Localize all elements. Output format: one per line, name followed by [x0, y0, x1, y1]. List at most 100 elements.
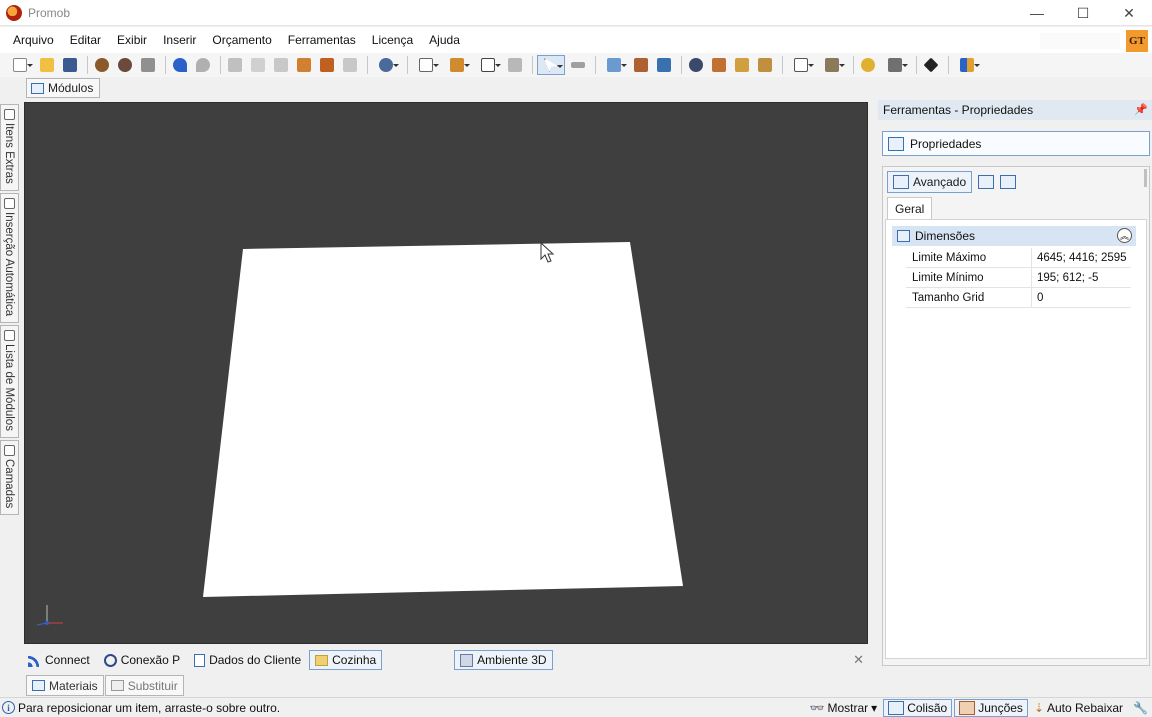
render-alt-icon[interactable]	[115, 55, 135, 75]
menu-ferramentas[interactable]: Ferramentas	[280, 27, 364, 53]
gt-badge[interactable]: GT	[1126, 30, 1148, 52]
auto-rebaixar-toggle[interactable]: ⇣ Auto Rebaixar	[1030, 699, 1127, 717]
3d-viewport[interactable]	[24, 102, 868, 644]
wrench-icon[interactable]: 🔧	[1129, 699, 1152, 717]
side-tab-lista-de-modulos[interactable]: Lista de Módulos	[0, 324, 19, 438]
side-tab-insercao-automatica[interactable]: Inserção Automática	[0, 192, 19, 323]
minimize-button[interactable]: —	[1014, 0, 1060, 26]
group-dimensoes-label: Dimensões	[915, 229, 976, 243]
collapse-icon[interactable]: ︽	[1117, 228, 1132, 243]
elevation-icon[interactable]	[631, 55, 651, 75]
menu-inserir[interactable]: Inserir	[155, 27, 204, 53]
new-icon[interactable]	[6, 55, 34, 75]
tab-ambiente-3d[interactable]: Ambiente 3D	[454, 650, 553, 670]
tab-materiais[interactable]: Materiais	[26, 675, 104, 696]
layers-icon[interactable]	[600, 55, 628, 75]
cube-icon[interactable]	[818, 55, 846, 75]
tab-cozinha[interactable]: Cozinha	[309, 650, 383, 670]
undo-icon[interactable]	[170, 55, 190, 75]
colisao-toggle[interactable]: Colisão	[883, 699, 953, 717]
properties-area: Avançado Geral Dimensões ︽ Limite Máximo…	[882, 166, 1150, 666]
menu-ajuda[interactable]: Ajuda	[421, 27, 468, 53]
save-icon[interactable]	[60, 55, 80, 75]
viewport-canvas[interactable]	[25, 103, 868, 644]
print-icon[interactable]	[138, 55, 158, 75]
tab-geral[interactable]: Geral	[887, 197, 933, 219]
paint-roller-icon[interactable]	[317, 55, 337, 75]
render-icon[interactable]	[92, 55, 112, 75]
property-row-limite-maximo[interactable]: Limite Máximo 4645; 4416; 2595	[906, 247, 1131, 268]
panel-scrollbar[interactable]	[1144, 169, 1147, 187]
property-value[interactable]: 4645; 4416; 2595	[1031, 247, 1131, 268]
mostrar-dropdown[interactable]: 👓 Mostrar ▾	[806, 699, 882, 717]
property-value[interactable]: 195; 612; -5	[1031, 267, 1131, 288]
light-icon[interactable]	[858, 55, 878, 75]
properties-button[interactable]: Propriedades	[882, 131, 1150, 156]
eye-icon[interactable]	[686, 55, 706, 75]
close-tab-icon[interactable]: ✕	[853, 652, 864, 668]
table-view-icon[interactable]	[1000, 175, 1017, 189]
stack-icon[interactable]	[443, 55, 471, 75]
rss-icon	[28, 653, 41, 667]
wall-icon[interactable]	[505, 55, 525, 75]
tab-modulos[interactable]: Módulos	[26, 78, 101, 98]
property-value[interactable]: 0	[1031, 287, 1131, 308]
tab-substituir[interactable]: Substituir	[104, 675, 184, 696]
lower-arrow-icon: ⇣	[1033, 701, 1044, 715]
lower-tabs: Materiais Substituir	[26, 675, 184, 696]
move-right-icon[interactable]	[755, 55, 775, 75]
rotate-icon[interactable]	[709, 55, 729, 75]
close-button[interactable]: ✕	[1106, 0, 1152, 26]
promob-logo-icon	[6, 4, 22, 21]
property-row-limite-minimo[interactable]: Limite Mínimo 195; 612; -5	[906, 267, 1131, 288]
move-left-icon[interactable]	[732, 55, 752, 75]
tab-connect[interactable]: Connect	[22, 650, 96, 670]
tab-dados-do-cliente[interactable]: Dados do Cliente	[188, 650, 307, 670]
juncoes-toggle[interactable]: Junções	[954, 699, 1028, 717]
menu-arquivo[interactable]: Arquivo	[0, 27, 62, 53]
palette-icon[interactable]	[953, 55, 981, 75]
open-folder-icon[interactable]	[37, 55, 57, 75]
arrange-icon[interactable]	[412, 55, 440, 75]
copy-icon[interactable]	[248, 55, 268, 75]
redo-icon[interactable]	[193, 55, 213, 75]
diamond-icon[interactable]	[921, 55, 941, 75]
property-grid: Dimensões ︽ Limite Máximo 4645; 4416; 25…	[885, 219, 1147, 659]
tab-conexao-p[interactable]: Conexão P	[98, 650, 186, 670]
toolbar-separator	[532, 56, 533, 74]
pin-icon[interactable]: 📌	[1134, 103, 1148, 116]
group-dimensoes[interactable]: Dimensões ︽	[892, 226, 1136, 246]
cut-icon[interactable]	[225, 55, 245, 75]
properties-panel: Ferramentas - Propriedades 📌 Propriedade…	[878, 100, 1152, 670]
hammer-icon[interactable]	[294, 55, 314, 75]
replace-icon	[110, 680, 124, 691]
property-name: Limite Máximo	[912, 251, 987, 264]
advanced-button[interactable]: Avançado	[887, 171, 973, 193]
document-tabs: Connect Conexão P Dados do Cliente Cozin…	[22, 648, 872, 672]
delete-icon[interactable]	[340, 55, 360, 75]
side-tab-itens-extras[interactable]: Itens Extras	[0, 104, 19, 191]
categorized-view-icon[interactable]	[978, 175, 995, 189]
shape-icon[interactable]	[474, 55, 502, 75]
paste-icon[interactable]	[271, 55, 291, 75]
frame-icon[interactable]	[787, 55, 815, 75]
toolbar-separator	[681, 56, 682, 74]
menu-exibir[interactable]: Exibir	[109, 27, 155, 53]
panel-title: Ferramentas - Propriedades	[883, 103, 1034, 117]
property-row-tamanho-grid[interactable]: Tamanho Grid 0	[906, 287, 1131, 308]
floor-plane[interactable]	[203, 242, 683, 597]
measure-icon[interactable]	[568, 55, 588, 75]
left-side-tabs: Itens Extras Inserção Automática Lista d…	[0, 104, 19, 517]
menu-licenca[interactable]: Licença	[364, 27, 421, 53]
select-pointer-icon[interactable]	[537, 55, 565, 75]
menu-editar[interactable]: Editar	[62, 27, 109, 53]
properties-button-label: Propriedades	[910, 136, 982, 151]
view-3d-icon[interactable]	[654, 55, 674, 75]
maximize-button[interactable]: ☐	[1060, 0, 1106, 26]
side-tab-camadas[interactable]: Camadas	[0, 439, 19, 516]
money-icon[interactable]	[372, 55, 400, 75]
menu-bar: Arquivo Editar Exibir Inserir Orçamento …	[0, 27, 1152, 53]
menu-orcamento[interactable]: Orçamento	[204, 27, 279, 53]
camera-icon[interactable]	[881, 55, 909, 75]
tab-connect-label: Connect	[45, 653, 90, 667]
